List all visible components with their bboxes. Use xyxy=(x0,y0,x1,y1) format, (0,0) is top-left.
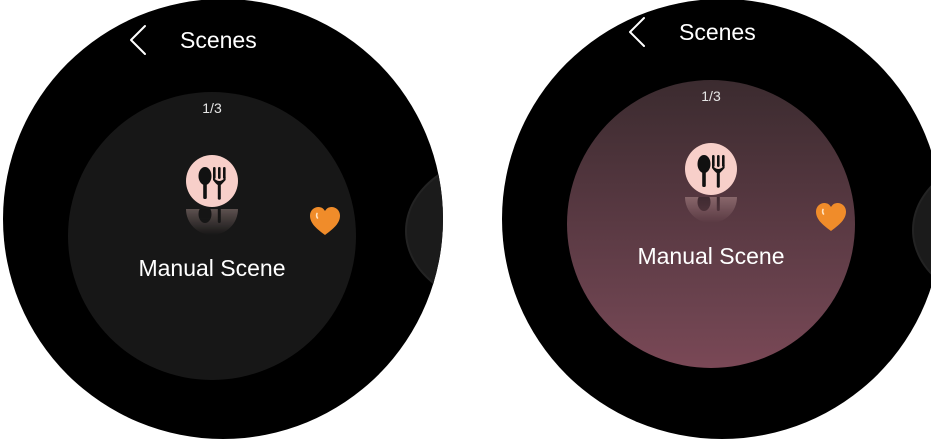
page-indicator: 1/3 xyxy=(202,100,222,116)
watch-screen-2: Scenes 1/3 Manual Scene xyxy=(502,0,931,439)
chevron-left-icon[interactable] xyxy=(123,23,155,57)
page-title: Scenes xyxy=(180,27,257,53)
scene-card[interactable]: 1/3 Manual Scene xyxy=(68,92,356,380)
heart-icon[interactable] xyxy=(308,205,342,237)
heart-icon[interactable] xyxy=(814,201,848,233)
scene-card[interactable]: 1/3 Manual Scene xyxy=(567,80,855,368)
chevron-left-icon[interactable] xyxy=(622,15,654,49)
scene-name: Manual Scene xyxy=(138,255,286,281)
scene-name: Manual Scene xyxy=(637,243,785,269)
page-indicator: 1/3 xyxy=(701,88,721,104)
page-title: Scenes xyxy=(679,19,756,45)
watch-screen-1: Scenes 1/3 Manual Scene xyxy=(3,0,443,439)
fork-spoon-reflection xyxy=(186,209,238,235)
next-scene-card-peek[interactable] xyxy=(912,153,931,307)
fork-spoon-icon xyxy=(186,155,238,207)
fork-spoon-reflection xyxy=(685,197,737,223)
next-scene-card-peek[interactable] xyxy=(405,154,443,308)
fork-spoon-icon xyxy=(685,143,737,195)
